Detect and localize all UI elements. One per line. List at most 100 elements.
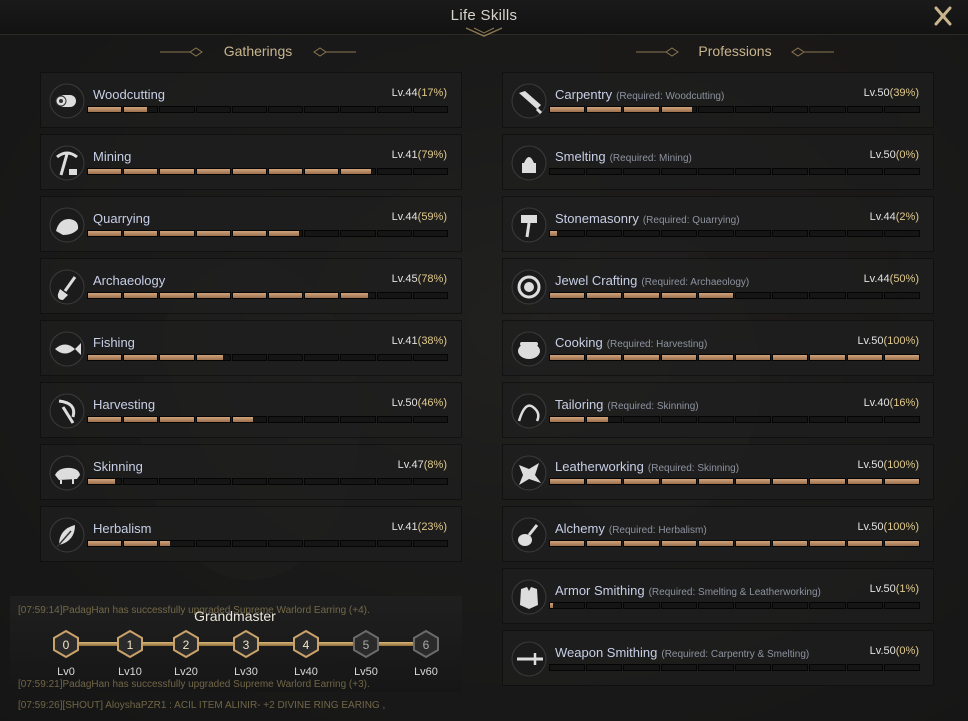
skill-row-cooking[interactable]: Cooking (Required: Harvesting) Lv.50(100%) [502,320,934,376]
progress-bar [87,478,449,485]
progress-segment [586,106,623,113]
progress-segment [231,478,267,485]
skill-row-woodcutting[interactable]: Woodcutting Lv.44(17%) [40,72,462,128]
progress-segment [883,354,920,361]
progress-segment [846,416,883,423]
skill-name-label: Alchemy [555,521,605,536]
stone-icon [49,207,85,243]
progress-fill [160,293,194,298]
progress-segment [623,416,660,423]
skill-level: Lv.41(38%) [392,335,447,347]
skill-percent: (0%) [895,645,919,657]
progress-segment [304,230,340,237]
progress-segment [123,168,159,175]
progress-fill [88,355,122,360]
progress-fill [269,293,303,298]
progress-bar [87,292,449,299]
progress-segment [231,106,267,113]
progress-segment [586,602,623,609]
skill-name-label: Mining [93,149,132,164]
progress-fill [232,417,253,422]
skill-name: Leatherworking (Required: Skinning) [555,459,739,474]
skill-requirement: (Required: Archaeology) [641,277,750,288]
progress-segment [735,106,772,113]
skill-percent: (0%) [895,149,919,161]
flask-icon [511,517,547,553]
skill-name-label: Smelting [555,149,606,164]
grandmaster-tier-label: Lv30 [234,666,258,678]
skill-requirement: (Required: Quarrying) [642,215,740,226]
progress-segment [809,230,846,237]
progress-segment [772,664,809,671]
skill-level-value: Lv.50 [391,397,418,409]
progress-segment [660,354,697,361]
progress-segment [87,106,123,113]
skill-row-archaeology[interactable]: Archaeology Lv.45(78%) [40,258,462,314]
skill-row-alchemy[interactable]: Alchemy (Required: Herbalism) Lv.50(100%) [502,506,934,562]
skill-row-quarrying[interactable]: Quarrying Lv.44(59%) [40,196,462,252]
progress-fill [88,231,122,236]
progress-segment [159,416,195,423]
progress-fill [232,293,266,298]
progress-fill [124,541,158,546]
close-icon[interactable] [930,4,956,28]
progress-fill [847,355,882,360]
progress-segment [846,106,883,113]
skill-row-armor-smithing[interactable]: Armor Smithing (Required: Smelting & Leat… [502,568,934,624]
progress-segment [586,540,623,547]
progress-segment [697,106,734,113]
skill-row-smelting[interactable]: Smelting (Required: Mining) Lv.50(0%) [502,134,934,190]
skill-level-value: Lv.44 [391,87,418,99]
progress-segment [697,292,734,299]
skill-row-harvesting[interactable]: Harvesting Lv.50(46%) [40,382,462,438]
progress-segment [846,168,883,175]
progress-segment [159,478,195,485]
progress-bar [549,478,921,485]
progress-bar [549,168,921,175]
progress-segment [159,168,195,175]
progress-fill [810,355,845,360]
grandmaster-tier-2-icon: 2 [172,629,200,659]
progress-segment [304,106,340,113]
progress-fill [847,541,882,546]
skill-level-value: Lv.50 [869,645,896,657]
progress-fill [810,479,845,484]
progress-bar [549,416,921,423]
skill-level-value: Lv.45 [391,273,418,285]
progress-segment [268,168,304,175]
skill-row-skinning[interactable]: Skinning Lv.47(8%) [40,444,462,500]
skill-row-herbalism[interactable]: Herbalism Lv.41(23%) [40,506,462,562]
skill-row-weapon-smithing[interactable]: Weapon Smithing (Required: Carpentry & Sm… [502,630,934,686]
furnace-icon [511,145,547,181]
progress-segment [623,168,660,175]
progress-segment [660,230,697,237]
skill-row-mining[interactable]: Mining Lv.41(79%) [40,134,462,190]
progress-fill [305,293,339,298]
progress-segment [623,354,660,361]
progress-segment [412,106,448,113]
skill-name-label: Stonemasonry [555,211,639,226]
progress-segment [268,478,304,485]
progress-fill [196,417,230,422]
skill-row-stonemasonry[interactable]: Stonemasonry (Required: Quarrying) Lv.44(2… [502,196,934,252]
progress-fill [550,417,585,422]
skill-level-value: Lv.47 [397,459,424,471]
skill-name-label: Harvesting [93,397,156,412]
skill-row-jewel-crafting[interactable]: Jewel Crafting (Required: Archaeology) Lv.… [502,258,934,314]
progress-segment [412,478,448,485]
progress-segment [586,416,623,423]
progress-fill [773,355,808,360]
skill-row-fishing[interactable]: Fishing Lv.41(38%) [40,320,462,376]
progress-segment [586,354,623,361]
skill-row-tailoring[interactable]: Tailoring (Required: Skinning) Lv.40(16%) [502,382,934,438]
grandmaster-tier-4-icon: 4 [292,629,320,659]
skill-row-leatherworking[interactable]: Leatherworking (Required: Skinning) Lv.50(… [502,444,934,500]
progress-segment [412,230,448,237]
skill-name: Stonemasonry (Required: Quarrying) [555,211,740,226]
background-chat-line: [07:59:26][SHOUT] AloyshaPZR1 : ACIL ITE… [18,700,386,711]
progress-segment [623,106,660,113]
progress-segment [809,416,846,423]
progress-segment [586,292,623,299]
skill-row-carpentry[interactable]: Carpentry (Required: Woodcutting) Lv.50(39… [502,72,934,128]
progress-fill [624,541,659,546]
